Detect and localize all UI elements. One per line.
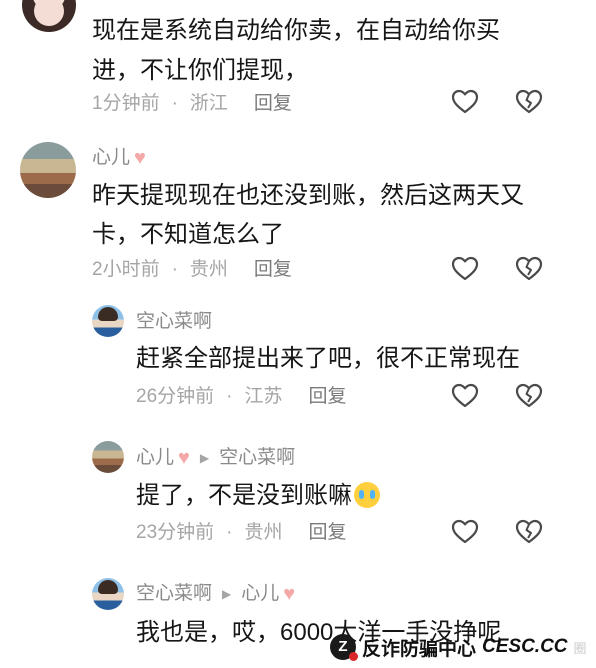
comment-text-line: 赶紧全部提出来了吧，很不正常现在 <box>136 345 520 372</box>
like-heart-icon[interactable] <box>451 383 479 409</box>
reply-button[interactable]: 回复 <box>308 522 346 544</box>
comment-username[interactable]: 空心菜啊 ▶ 心儿 ♥ <box>136 583 295 605</box>
comment-username[interactable]: 心儿 ♥ ▶ 空心菜啊 <box>136 447 295 469</box>
dislike-broken-heart-icon[interactable] <box>515 519 543 545</box>
comment-location: 贵州 <box>244 522 283 543</box>
comment-text: 提了，不是没到账嘛 <box>136 482 352 509</box>
heart-emoji-icon: ♥ <box>178 447 190 469</box>
comment-text-line: 卡，不知道怎么了 <box>92 221 284 248</box>
reply-button[interactable]: 回复 <box>254 259 292 281</box>
avatar[interactable] <box>22 0 76 32</box>
comment-text-line: 现在是系统自动给你卖，在自动给你买 <box>92 17 500 44</box>
reply-button[interactable]: 回复 <box>254 93 292 115</box>
crying-face-emoji-icon <box>354 482 380 508</box>
heart-emoji-icon: ♥ <box>134 147 146 169</box>
avatar[interactable] <box>92 305 124 337</box>
username-text: 心儿 <box>136 447 175 468</box>
comment-meta: 23分钟前 · 贵州 回复 <box>136 522 347 544</box>
comment-meta: 2小时前 · 贵州 回复 <box>92 259 292 281</box>
reply-to-username[interactable]: 空心菜啊 <box>219 447 295 469</box>
watermark-text: 反诈防骗中心 <box>362 638 477 660</box>
watermark-suffix: 圈 <box>573 640 587 656</box>
comment-time: 2小时前 <box>92 259 160 280</box>
separator-dot: · <box>226 386 233 407</box>
reply-to-username[interactable]: 心儿 <box>241 583 279 605</box>
username-text: 空心菜啊 <box>136 583 213 604</box>
comment-meta: 1分钟前 · 浙江 回复 <box>92 93 292 115</box>
watermark-domain: CESC.CC <box>482 636 568 657</box>
like-heart-icon[interactable] <box>451 519 479 545</box>
reply-arrow-icon: ▶ <box>199 451 210 465</box>
heart-emoji-icon: ♥ <box>283 583 296 605</box>
comment-username[interactable]: 空心菜啊 <box>136 311 212 333</box>
comment-location: 贵州 <box>189 259 228 280</box>
comment-username[interactable]: 心儿 ♥ <box>92 147 146 169</box>
reply-button[interactable]: 回复 <box>308 386 346 408</box>
comment-location: 江苏 <box>244 386 283 407</box>
logo: Z <box>330 634 358 661</box>
avatar[interactable] <box>92 578 124 610</box>
username-text: 空心菜啊 <box>136 311 213 332</box>
like-heart-icon[interactable] <box>451 89 479 115</box>
like-heart-icon[interactable] <box>451 256 479 282</box>
comment-time: 1分钟前 <box>92 93 160 114</box>
separator-dot: · <box>171 93 178 114</box>
username-text: 心儿 <box>92 147 131 168</box>
comment-text-line: 提了，不是没到账嘛 <box>136 482 380 509</box>
avatar[interactable] <box>92 441 124 473</box>
comment-text-line: 昨天提现现在也还没到账，然后这两天又 <box>92 182 524 209</box>
dislike-broken-heart-icon[interactable] <box>515 383 543 409</box>
comment-meta: 26分钟前 · 江苏 回复 <box>136 386 347 408</box>
dislike-broken-heart-icon[interactable] <box>515 256 543 282</box>
avatar[interactable] <box>20 142 76 198</box>
reply-arrow-icon: ▶ <box>222 587 232 601</box>
comment-location: 浙江 <box>189 93 228 114</box>
comment-time: 23分钟前 <box>136 522 215 543</box>
comment-text-line: 进，不让你们提现， <box>92 57 308 84</box>
dislike-broken-heart-icon[interactable] <box>515 89 543 115</box>
comment-time: 26分钟前 <box>136 386 215 407</box>
separator-dot: · <box>171 259 178 280</box>
separator-dot: · <box>226 522 233 543</box>
watermark: Z 反诈防骗中心 CESC.CC 圈 <box>330 632 587 662</box>
